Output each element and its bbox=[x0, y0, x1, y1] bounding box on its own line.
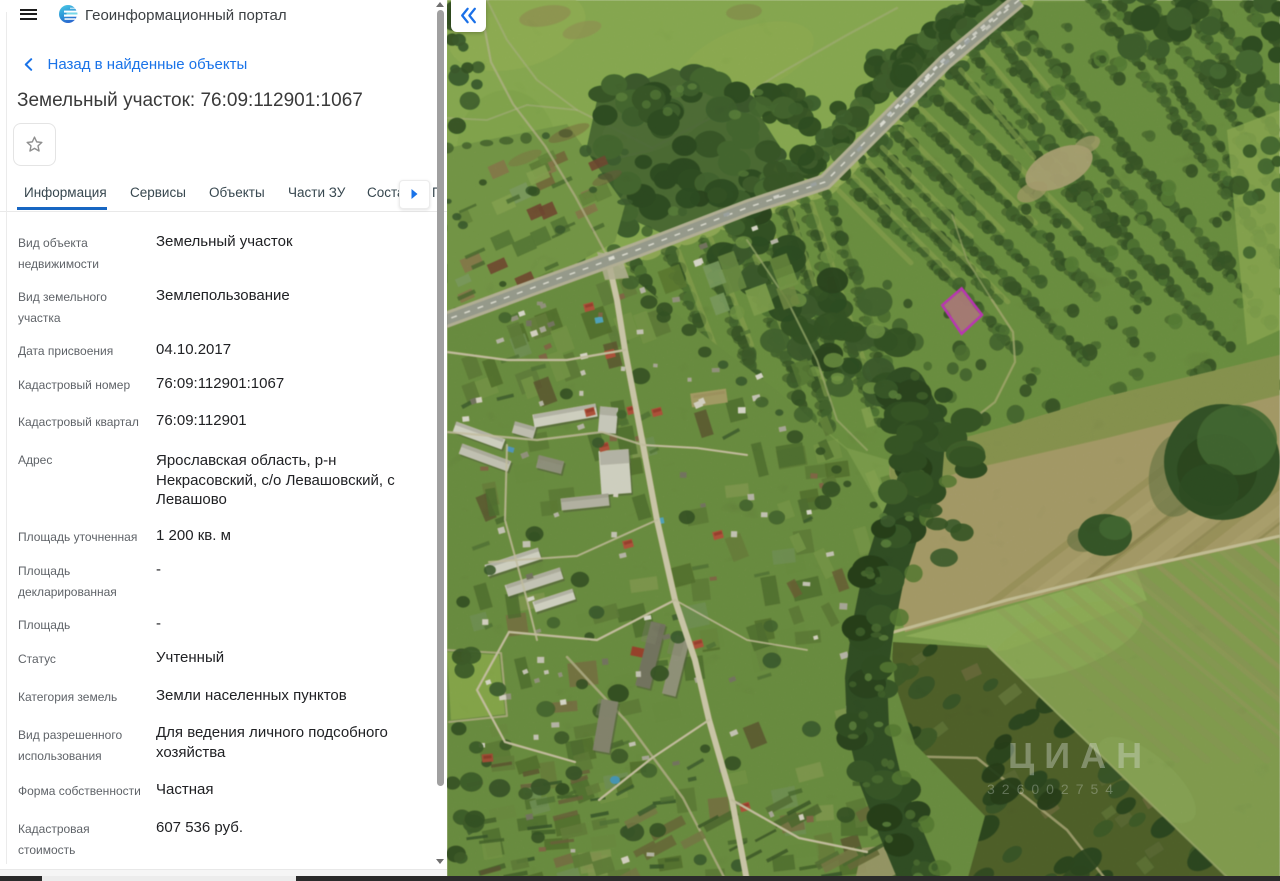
svg-text:326002754: 326002754 bbox=[987, 781, 1120, 797]
svg-text:ЦИАН: ЦИАН bbox=[1008, 735, 1152, 776]
